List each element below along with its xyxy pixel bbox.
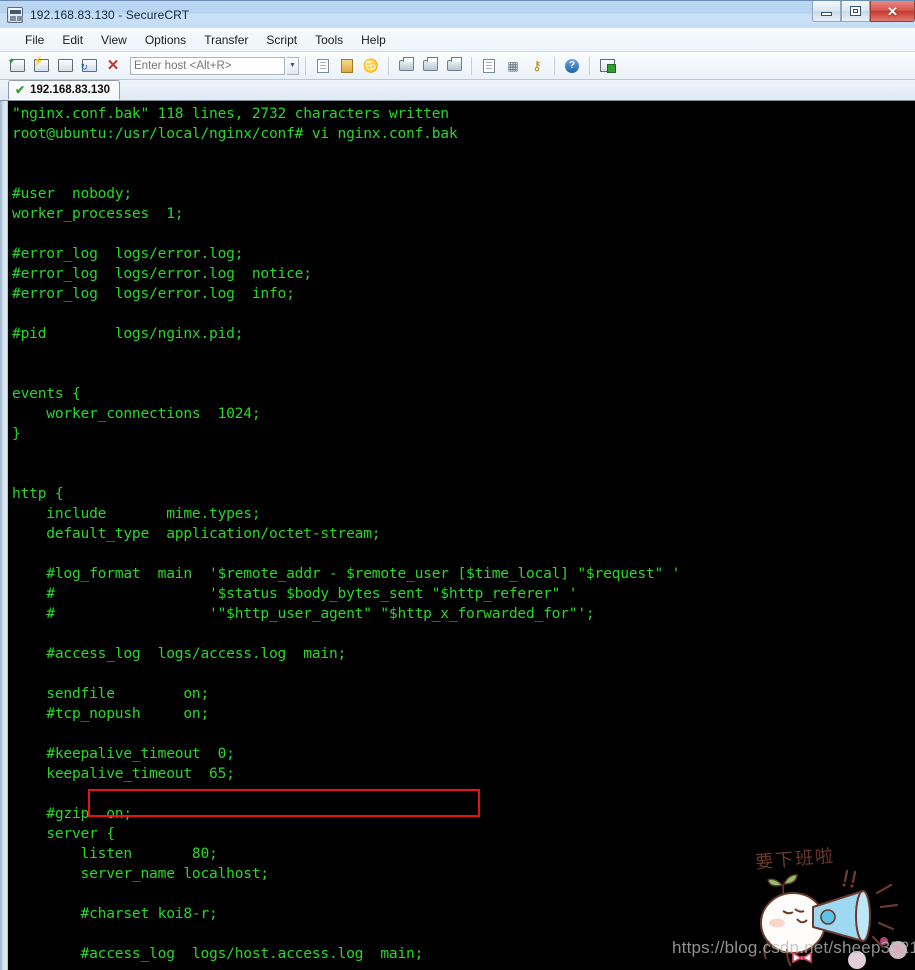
terminal-line: # '$status $body_bytes_sent "$http_refer… bbox=[12, 585, 578, 602]
terminal-line: default_type application/octet-stream; bbox=[12, 525, 381, 542]
menu-item-transfer[interactable]: Transfer bbox=[195, 30, 257, 50]
app-icon bbox=[7, 6, 23, 23]
copy-icon[interactable] bbox=[312, 55, 334, 77]
maximize-restore-button[interactable] bbox=[841, 1, 870, 22]
connected-check-icon: ✔ bbox=[15, 83, 26, 97]
menu-item-view[interactable]: View bbox=[92, 30, 136, 50]
terminal-line: #gzip on; bbox=[12, 805, 132, 822]
terminal-area: "nginx.conf.bak" 118 lines, 2732 charact… bbox=[0, 101, 915, 970]
terminal-line: sendfile on; bbox=[12, 685, 210, 702]
terminal-line: } bbox=[12, 425, 21, 442]
minimize-icon bbox=[821, 11, 832, 16]
terminal-line: #user nobody; bbox=[12, 185, 132, 202]
terminal-line: #access_log logs/host.access.log main; bbox=[12, 945, 424, 962]
menu-item-edit[interactable]: Edit bbox=[53, 30, 92, 50]
toolbar-separator-3 bbox=[471, 56, 472, 75]
terminal-line: #log_format main '$remote_addr - $remote… bbox=[12, 565, 681, 582]
terminal-line: http { bbox=[12, 485, 64, 502]
terminal-line: #access_log logs/access.log main; bbox=[12, 645, 347, 662]
window-title: 192.168.83.130 - SecureCRT bbox=[30, 7, 190, 22]
session-manager-icon[interactable] bbox=[596, 55, 618, 77]
terminal-left-bevel bbox=[0, 101, 8, 970]
menu-item-options[interactable]: Options bbox=[136, 30, 195, 50]
disconnect-icon[interactable]: ✕ bbox=[102, 55, 124, 77]
terminal-line: "nginx.conf.bak" 118 lines, 2732 charact… bbox=[12, 105, 449, 122]
terminal-line: #error_log logs/error.log; bbox=[12, 245, 244, 262]
close-button[interactable]: ✕ bbox=[870, 1, 915, 22]
session-options-icon[interactable] bbox=[478, 55, 500, 77]
log-session-icon[interactable] bbox=[419, 55, 441, 77]
toolbar: ✦ ⚡ ↻ ✕ ▼ ♋ ▦ ⚷ bbox=[0, 52, 915, 80]
new-session-icon[interactable]: ✦ bbox=[6, 55, 28, 77]
terminal-line: include mime.types; bbox=[12, 505, 261, 522]
toolbar-separator-5 bbox=[589, 56, 590, 75]
menu-item-tools[interactable]: Tools bbox=[306, 30, 352, 50]
title-bar: 192.168.83.130 - SecureCRT ✕ bbox=[0, 0, 915, 28]
terminal-line: #error_log logs/error.log notice; bbox=[12, 265, 312, 282]
key-icon[interactable]: ⚷ bbox=[526, 55, 548, 77]
toolbar-separator-2 bbox=[388, 56, 389, 75]
securecrt-window: 192.168.83.130 - SecureCRT ✕ File Edit V… bbox=[0, 0, 915, 970]
terminal-line: worker_processes 1; bbox=[12, 205, 184, 222]
reconnect-icon[interactable]: ↻ bbox=[78, 55, 100, 77]
terminal-line: server_name localhost; bbox=[12, 865, 270, 882]
tab-label: 192.168.83.130 bbox=[30, 84, 111, 96]
terminal-line: events { bbox=[12, 385, 81, 402]
toolbar-separator-4 bbox=[554, 56, 555, 75]
terminal-line: listen 80; bbox=[12, 845, 218, 862]
restore-icon bbox=[850, 6, 861, 16]
toolbar-separator bbox=[305, 56, 306, 75]
print-icon[interactable] bbox=[443, 55, 465, 77]
host-input[interactable] bbox=[130, 56, 285, 75]
menu-bar: File Edit View Options Transfer Script T… bbox=[0, 28, 915, 52]
terminal-screen[interactable]: "nginx.conf.bak" 118 lines, 2732 charact… bbox=[8, 101, 915, 970]
close-icon: ✕ bbox=[887, 3, 898, 19]
window-controls: ✕ bbox=[812, 1, 915, 23]
terminal-line: # '"$http_user_agent" "$http_x_forwarded… bbox=[12, 605, 595, 622]
terminal-line: #keepalive_timeout 0; bbox=[12, 745, 235, 762]
terminal-line: #tcp_nopush on; bbox=[12, 705, 210, 722]
global-options-icon[interactable]: ▦ bbox=[502, 55, 524, 77]
tab-192-168-83-130[interactable]: ✔ 192.168.83.130 bbox=[8, 80, 121, 100]
terminal-line: keepalive_timeout 65; bbox=[12, 765, 235, 782]
minimize-button[interactable] bbox=[812, 1, 841, 22]
terminal-line: #charset koi8-r; bbox=[12, 905, 218, 922]
terminal-line: #error_log logs/error.log info; bbox=[12, 285, 295, 302]
connect-in-tab-icon[interactable] bbox=[54, 55, 76, 77]
help-icon[interactable]: ? bbox=[561, 55, 583, 77]
paste-icon[interactable] bbox=[336, 55, 358, 77]
tab-strip: ✔ 192.168.83.130 bbox=[0, 80, 915, 101]
host-dropdown-icon[interactable]: ▼ bbox=[287, 56, 299, 75]
find-icon[interactable]: ♋ bbox=[360, 55, 382, 77]
terminal-line: worker_connections 1024; bbox=[12, 405, 261, 422]
terminal-line: root@ubuntu:/usr/local/nginx/conf# vi ng… bbox=[12, 125, 458, 142]
menu-item-script[interactable]: Script bbox=[257, 30, 306, 50]
menu-item-help[interactable]: Help bbox=[352, 30, 395, 50]
terminal-line: #pid logs/nginx.pid; bbox=[12, 325, 244, 342]
print-screen-icon[interactable] bbox=[395, 55, 417, 77]
menu-item-file[interactable]: File bbox=[16, 30, 53, 50]
quick-connect-icon[interactable]: ⚡ bbox=[30, 55, 52, 77]
terminal-line: server { bbox=[12, 825, 115, 842]
